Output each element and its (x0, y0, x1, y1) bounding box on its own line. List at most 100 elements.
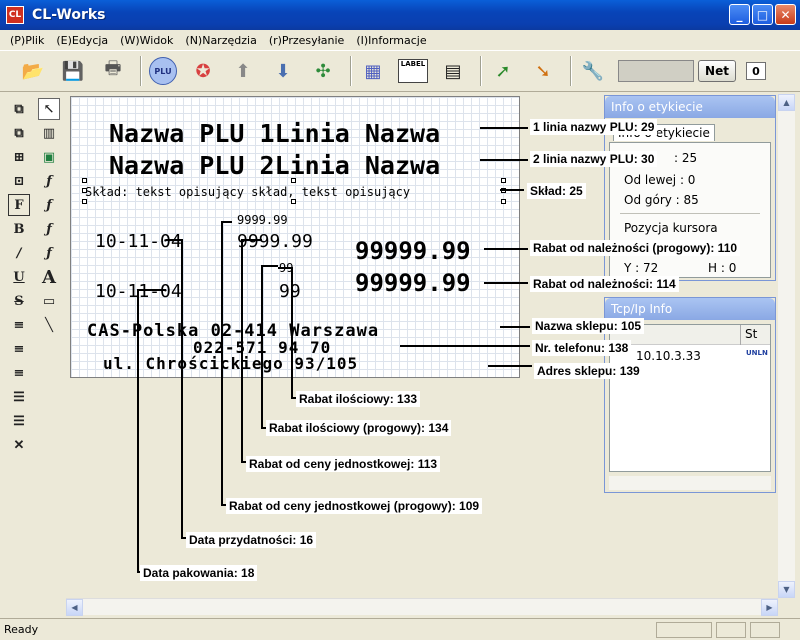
total-threshold-discount[interactable]: 99999.99 (355, 237, 471, 265)
group-icon[interactable]: ⊞ (8, 146, 30, 168)
counter-badge: 0 (746, 62, 766, 80)
scroll-left-icon[interactable]: ◀ (66, 599, 83, 616)
image-icon[interactable]: ▣ (38, 146, 60, 168)
selection-handle[interactable] (82, 188, 87, 193)
back-icon[interactable]: ➘ (526, 54, 560, 88)
send-back-icon[interactable]: ⧉ (8, 122, 30, 144)
tool-palette: ⧉ ↖ ⧉ ▥ ⊞ ▣ ⊡ ƒ F ƒ B ƒ / ƒ U A S ▭ ≡ ╲ … (8, 98, 64, 458)
cursor-position-label: Pozycja kursora (624, 221, 718, 235)
tcp-horizontal-scrollbar[interactable] (609, 476, 771, 490)
forward-icon[interactable]: ➚ (486, 54, 520, 88)
settings-icon[interactable]: 🔧 (576, 54, 610, 88)
selection-handle[interactable] (291, 199, 296, 204)
bold-icon[interactable]: B (8, 218, 30, 240)
strikethrough-icon[interactable]: S (8, 290, 30, 312)
callout-total-discount: Rabat od należności: 114 (530, 276, 679, 292)
callout-quantity-discount: Rabat ilościowy: 133 (296, 391, 421, 407)
ungroup-icon[interactable]: ⊡ (8, 170, 30, 192)
plu-icon[interactable]: PLU (146, 54, 180, 88)
horizontal-scrollbar[interactable]: ◀ ▶ (66, 598, 778, 616)
selection-handle[interactable] (501, 199, 506, 204)
selection-handle[interactable] (501, 188, 506, 193)
callout-packing-date: Data pakowania: 18 (140, 565, 258, 581)
callout-plu-line-2: 2 linia nazwy PLU: 30 (530, 151, 658, 167)
rectangle-icon[interactable]: ▭ (38, 290, 60, 312)
print-icon[interactable]: 🖶 (96, 54, 130, 88)
download-icon[interactable]: ⬇ (266, 54, 300, 88)
info-value-1: : 25 (674, 151, 698, 165)
connection-status-icon: UNLN (746, 349, 768, 357)
expiry-date-field[interactable]: 10-11-04 (95, 281, 182, 302)
save-icon[interactable]: 💾 (56, 54, 90, 88)
menu-bar: (P)Plik (E)Edycja (W)Widok (N)Narzędzia … (0, 30, 800, 50)
callout-shop-name: Nazwa sklepu: 105 (532, 318, 645, 334)
function-field-icon[interactable]: ƒ (38, 170, 60, 192)
justify-icon[interactable]: ☰ (8, 386, 30, 408)
unit-price-threshold-discount[interactable]: 9999.99 (237, 213, 288, 227)
barcode-icon[interactable]: ▥ (38, 122, 60, 144)
scroll-down-icon[interactable]: ▼ (778, 581, 795, 598)
label-canvas[interactable]: Nazwa PLU 1Linia Nazwa Nazwa PLU 2Linia … (70, 96, 520, 378)
network-icon[interactable]: ✣ (306, 54, 340, 88)
delete-icon[interactable]: ✕ (8, 434, 30, 456)
column-header-status[interactable]: St (740, 325, 770, 345)
callout-expiry-date: Data przydatności: 16 (186, 532, 317, 548)
selection-handle[interactable] (82, 178, 87, 183)
address-field[interactable]: ul. Chrościckiego 93/105 (103, 354, 358, 373)
total-discount[interactable]: 99999.99 (355, 269, 471, 297)
font-icon[interactable]: F (8, 194, 30, 216)
quantity-discount[interactable]: 99 (279, 281, 301, 302)
menu-edycja[interactable]: (E)Edycja (50, 34, 114, 47)
star-icon[interactable]: ✪ (186, 54, 220, 88)
line-tool-icon[interactable]: ╲ (38, 314, 60, 336)
packing-date-field[interactable]: 10-11-04 (95, 231, 182, 252)
status-text: Ready (4, 623, 39, 636)
menu-narzedzia[interactable]: (N)Narzędzia (179, 34, 262, 47)
status-bar: Ready (0, 618, 800, 640)
selection-handle[interactable] (291, 178, 296, 183)
unit-price-discount[interactable]: 9999.99 (237, 231, 313, 252)
align-center-icon[interactable]: ≡ (8, 338, 30, 360)
scroll-up-icon[interactable]: ▲ (778, 94, 795, 111)
app-icon: CL (6, 6, 24, 24)
upload-icon[interactable]: ⬆ (226, 54, 260, 88)
open-folder-icon[interactable]: 📂 (16, 54, 50, 88)
pointer-icon[interactable]: ↖ (38, 98, 60, 120)
menu-przesylanie[interactable]: (r)Przesyłanie (263, 34, 351, 47)
menu-informacje[interactable]: (I)Informacje (350, 34, 432, 47)
align-left-icon[interactable]: ≡ (8, 314, 30, 336)
scroll-right-icon[interactable]: ▶ (761, 599, 778, 616)
bring-front-icon[interactable]: ⧉ (8, 98, 30, 120)
plu-name-line-2[interactable]: Nazwa PLU 2Linia Nazwa (109, 151, 440, 180)
scale-field[interactable] (618, 60, 694, 82)
keyboard-icon[interactable]: ▦ (356, 54, 390, 88)
label-icon[interactable]: LABEL (396, 54, 430, 88)
callout-sklad: Skład: 25 (527, 183, 586, 199)
function-field-3-icon[interactable]: ƒ (38, 218, 60, 240)
align-right-icon[interactable]: ≡ (8, 362, 30, 384)
window-title: CL-Works (32, 7, 106, 23)
maximize-button[interactable]: □ (752, 4, 773, 25)
minimize-button[interactable]: _ (729, 4, 750, 25)
callout-unit-price-discount: Rabat od ceny jednostkowej: 113 (246, 456, 441, 472)
tcp-ip-address[interactable]: 10.10.3.33 (636, 349, 701, 363)
underline-icon[interactable]: U (8, 266, 30, 288)
net-button[interactable]: Net (698, 60, 736, 82)
quantity-threshold-discount[interactable]: 99 (279, 261, 293, 275)
function-field-2-icon[interactable]: ƒ (38, 194, 60, 216)
selection-handle[interactable] (82, 199, 87, 204)
display-icon[interactable]: ▤ (436, 54, 470, 88)
toolbar: 📂 💾 🖶 PLU ✪ ⬆ ⬇ ✣ ▦ LABEL ▤ ➚ ➘ 🔧 Net 0 (0, 50, 800, 92)
list-icon[interactable]: ☰ (8, 410, 30, 432)
vertical-scrollbar[interactable]: ▲ ▼ (778, 94, 795, 598)
italic-icon[interactable]: / (8, 242, 30, 264)
window-controls: _ □ ✕ (729, 4, 796, 25)
selection-handle[interactable] (501, 178, 506, 183)
menu-plik[interactable]: (P)Plik (4, 34, 50, 47)
plu-name-line-1[interactable]: Nazwa PLU 1Linia Nazwa (109, 119, 440, 148)
close-button[interactable]: ✕ (775, 4, 796, 25)
sklad-field[interactable]: Skład: tekst opisujący skład, tekst opis… (85, 185, 410, 199)
text-tool-icon[interactable]: A (38, 266, 60, 288)
menu-widok[interactable]: (W)Widok (114, 34, 179, 47)
function-field-4-icon[interactable]: ƒ (38, 242, 60, 264)
